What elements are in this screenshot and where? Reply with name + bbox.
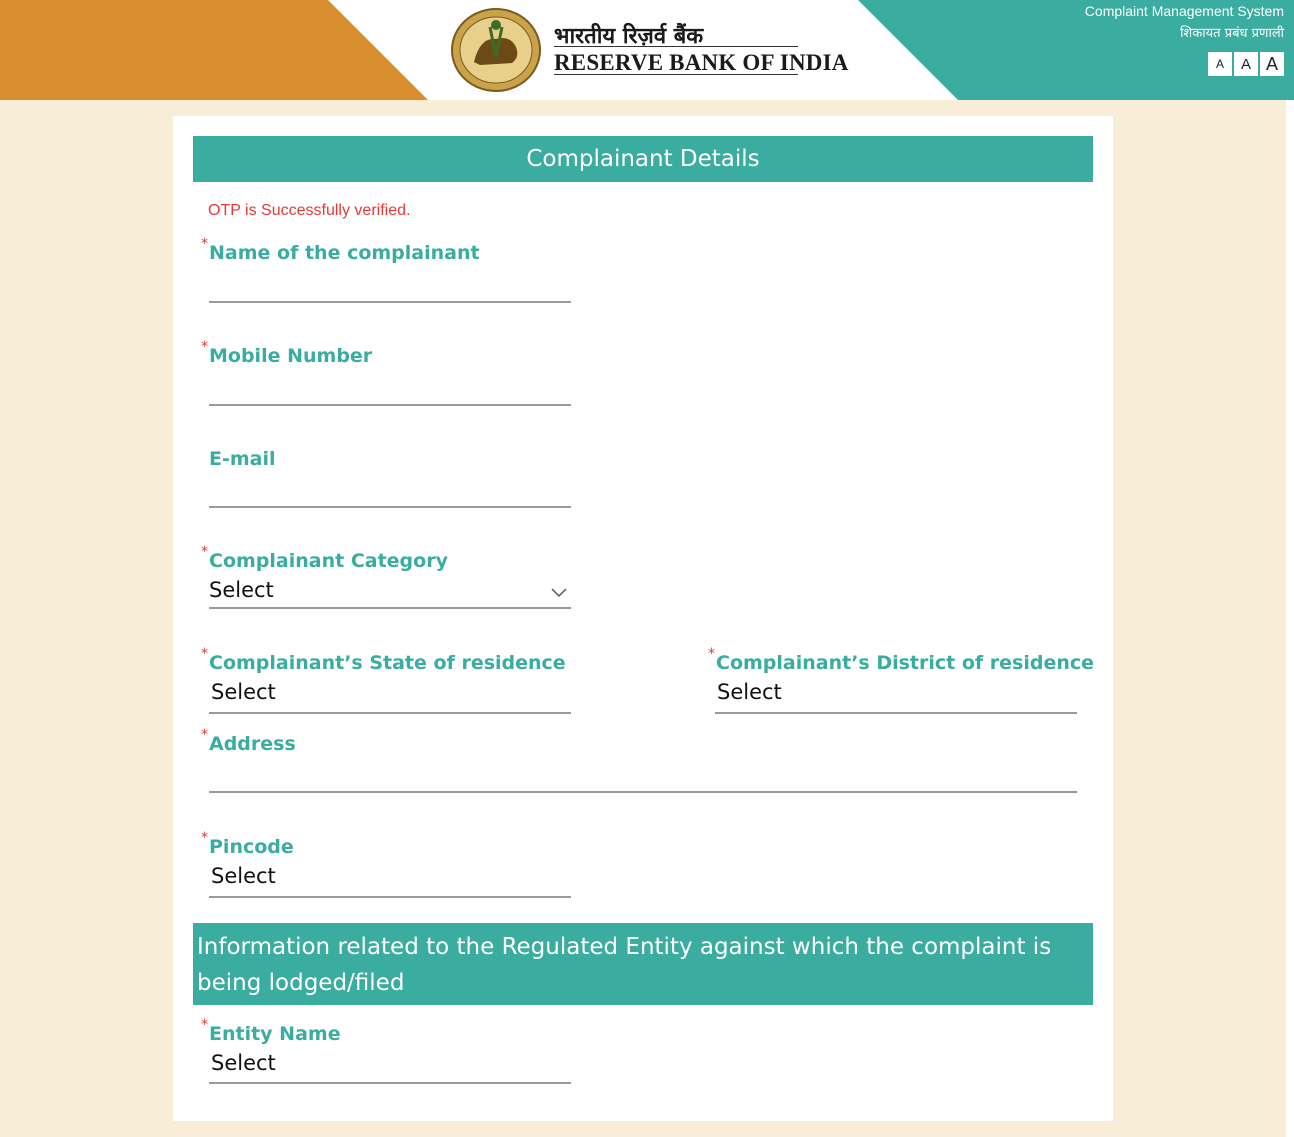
mobile-label-text: Mobile Number (209, 345, 373, 367)
state-select-value: Select (211, 680, 276, 704)
font-size-controls: A A A (1208, 52, 1284, 76)
required-marker: * (201, 727, 208, 743)
state-label: * Complainant’s State of residence (201, 646, 566, 674)
category-label-text: Complainant Category (209, 550, 448, 572)
district-select-value: Select (717, 680, 782, 704)
font-size-small-button[interactable]: A (1208, 52, 1232, 76)
required-marker: * (201, 236, 208, 252)
required-marker: * (201, 1017, 208, 1033)
font-size-medium-button[interactable]: A (1234, 52, 1258, 76)
system-title-en: Complaint Management System (1084, 3, 1284, 19)
section-title-complainant: Complainant Details (193, 136, 1093, 182)
entity-select-value: Select (211, 1051, 276, 1075)
brand-english: RESERVE BANK OF INDIA (554, 50, 849, 75)
brand-divider (554, 46, 798, 47)
pincode-label-text: Pincode (209, 836, 294, 858)
district-label: * Complainant’s District of residence (708, 646, 1095, 674)
email-input[interactable] (209, 484, 571, 508)
chevron-down-icon[interactable] (551, 588, 567, 598)
system-title-hi: शिकायत प्रबंध प्रणाली (1180, 26, 1284, 41)
required-marker: * (201, 646, 208, 662)
state-label-text: Complainant’s State of residence (209, 652, 566, 674)
name-label: * Name of the complainant (201, 236, 480, 264)
district-label-text: Complainant’s District of residence (716, 652, 1095, 674)
mobile-label: * Mobile Number (201, 339, 373, 367)
brand-underline (554, 74, 798, 75)
entity-label-text: Entity Name (209, 1023, 341, 1045)
address-label-text: Address (209, 733, 296, 755)
section-title-regulated-entity: Information related to the Regulated Ent… (193, 923, 1093, 1005)
mobile-input[interactable] (209, 382, 571, 406)
category-select-value: Select (209, 578, 274, 602)
address-input[interactable] (209, 769, 1077, 793)
email-label: E-mail (209, 448, 276, 470)
required-marker: * (201, 339, 208, 355)
required-marker: * (201, 830, 208, 846)
required-marker: * (708, 646, 715, 662)
rbi-emblem-icon (451, 8, 541, 92)
pincode-select-value: Select (211, 864, 276, 888)
address-label: * Address (201, 727, 296, 755)
right-edge-strip (1286, 100, 1294, 1137)
font-size-large-button[interactable]: A (1260, 52, 1284, 76)
complaint-form-card: Complainant Details OTP is Successfully … (173, 116, 1113, 1121)
required-marker: * (201, 544, 208, 560)
otp-success-message: OTP is Successfully verified. (208, 202, 411, 219)
pincode-label: * Pincode (201, 830, 294, 858)
category-label: * Complainant Category (201, 544, 448, 572)
site-header: भारतीय रिज़र्व बैंक RESERVE BANK OF INDI… (0, 0, 1294, 100)
name-input[interactable] (209, 279, 571, 303)
name-label-text: Name of the complainant (209, 242, 480, 264)
entity-label: * Entity Name (201, 1017, 341, 1045)
